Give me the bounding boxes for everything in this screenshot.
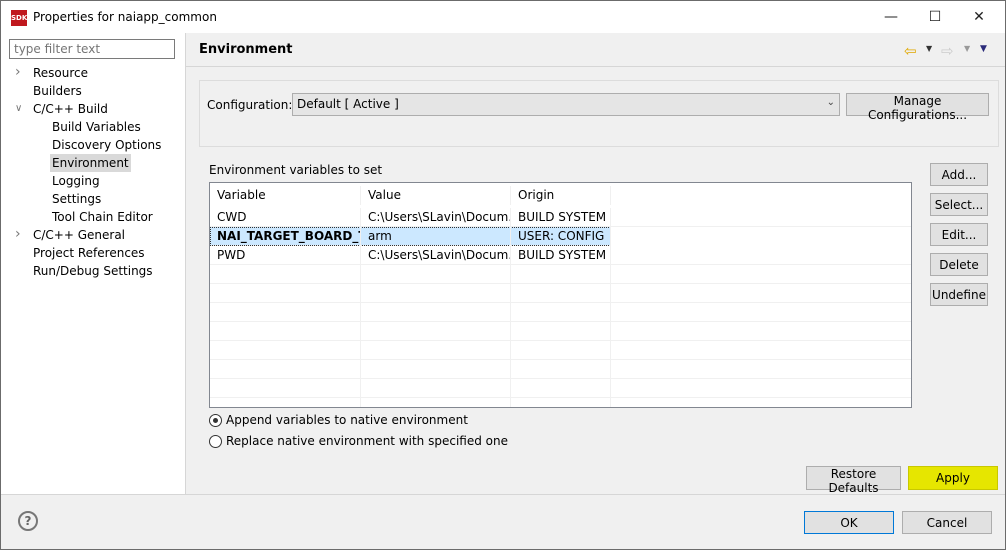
table-cell: arm: [361, 227, 511, 246]
table-cell: [361, 379, 511, 398]
table-cell: [511, 360, 611, 379]
forward-arrow-icon[interactable]: ⇨: [941, 42, 954, 60]
add-button[interactable]: Add...: [930, 163, 988, 186]
table-cell: [361, 284, 511, 303]
table-cell: [511, 265, 611, 284]
table-row[interactable]: PWD C:\Users\SLavin\Docum... BUILD SYSTEM: [210, 246, 911, 265]
column-header[interactable]: Origin: [511, 186, 611, 205]
table-cell: [210, 265, 361, 284]
radio-button[interactable]: [209, 414, 222, 427]
table-cell: [361, 360, 511, 379]
table-cell: [511, 284, 611, 303]
table-cell: BUILD SYSTEM: [511, 208, 611, 227]
table-cell: [361, 303, 511, 322]
table-cell: [361, 341, 511, 360]
chevron-down-icon: ⌄: [826, 97, 835, 108]
table-cell: [210, 303, 361, 322]
sdk-logo-icon: SDK: [11, 10, 27, 26]
footer-divider: [1, 494, 1005, 495]
cancel-button[interactable]: Cancel: [902, 511, 992, 534]
table-cell: [210, 341, 361, 360]
table-cell: [511, 341, 611, 360]
radio-button[interactable]: [209, 435, 222, 448]
table-cell: [210, 322, 361, 341]
header-divider: [186, 66, 1005, 67]
table-row[interactable]: [210, 360, 911, 379]
table-row[interactable]: CWD C:\Users\SLavin\Docum... BUILD SYSTEM: [210, 208, 911, 227]
chevron-right-icon[interactable]: ›: [15, 64, 21, 80]
table-cell: C:\Users\SLavin\Docum...: [361, 246, 511, 265]
radio-label[interactable]: Replace native environment with specifie…: [226, 434, 508, 448]
configuration-label: Configuration:: [207, 98, 293, 112]
filter-input[interactable]: [9, 39, 175, 59]
tree-item[interactable]: Environment: [50, 154, 131, 172]
table-row[interactable]: [210, 341, 911, 360]
title-bar: SDK Properties for naiapp_common — ☐ ✕: [1, 1, 1005, 33]
radio-label[interactable]: Append variables to native environment: [226, 413, 468, 427]
window-title: Properties for naiapp_common: [33, 10, 217, 24]
table-cell: CWD: [210, 208, 361, 227]
table-cell: [210, 398, 361, 407]
tree-item[interactable]: C/C++ General: [31, 226, 127, 244]
table-cell: [210, 360, 361, 379]
table-cell: [361, 265, 511, 284]
tree-item[interactable]: Project References: [31, 244, 147, 262]
undefine-button[interactable]: Undefine: [930, 283, 988, 306]
tree-item[interactable]: Builders: [31, 82, 84, 100]
table-row[interactable]: [210, 322, 911, 341]
environment-table[interactable]: Variable Value Origin CWD C:\Users\SLavin\Do…: [209, 182, 912, 408]
table-cell: [361, 322, 511, 341]
table-cell: NAI_TARGET_BOARD_T...: [210, 227, 361, 246]
delete-button[interactable]: Delete: [930, 253, 988, 276]
select-button[interactable]: Select...: [930, 193, 988, 216]
table-row[interactable]: NAI_TARGET_BOARD_T...armUSER: CONFIG: [210, 227, 611, 246]
configuration-select[interactable]: Default [ Active ] ⌄: [292, 93, 840, 116]
table-row[interactable]: [210, 398, 911, 407]
table-cell: [511, 322, 611, 341]
table-row[interactable]: [210, 303, 911, 322]
close-icon[interactable]: ✕: [969, 9, 989, 25]
help-icon[interactable]: ?: [18, 511, 38, 531]
table-cell: PWD: [210, 246, 361, 265]
tree-item[interactable]: Run/Debug Settings: [31, 262, 155, 280]
table-cell: [511, 398, 611, 407]
back-arrow-icon[interactable]: ⇦: [904, 42, 917, 60]
maximize-icon[interactable]: ☐: [925, 9, 945, 25]
table-cell: [361, 398, 511, 407]
table-cell: [210, 284, 361, 303]
table-row[interactable]: [210, 284, 911, 303]
chevron-right-icon[interactable]: ›: [15, 226, 21, 242]
tree-item[interactable]: Build Variables: [50, 118, 143, 136]
tree-item[interactable]: Tool Chain Editor: [50, 208, 155, 226]
page-title: Environment: [199, 42, 293, 57]
minimize-icon[interactable]: —: [881, 9, 901, 25]
table-row[interactable]: [210, 379, 911, 398]
tree-item[interactable]: Discovery Options: [50, 136, 163, 154]
tree-item[interactable]: Settings: [50, 190, 103, 208]
column-header[interactable]: Variable: [210, 186, 361, 205]
chevron-down-icon[interactable]: ∨: [15, 103, 22, 114]
table-cell: [210, 379, 361, 398]
tree-item[interactable]: Resource: [31, 64, 90, 82]
view-menu-icon[interactable]: ▼: [980, 44, 987, 54]
manage-configurations-button[interactable]: Manage Configurations...: [846, 93, 989, 122]
table-cell: [511, 303, 611, 322]
configuration-value: Default [ Active ]: [297, 97, 399, 111]
table-row[interactable]: [210, 265, 911, 284]
tree-item[interactable]: C/C++ Build: [31, 100, 110, 118]
ok-button[interactable]: OK: [804, 511, 894, 534]
restore-defaults-button[interactable]: Restore Defaults: [806, 466, 901, 495]
table-cell: USER: CONFIG: [511, 227, 611, 246]
column-header[interactable]: Value: [361, 186, 511, 205]
table-header: Variable Value Origin: [210, 186, 911, 205]
table-cell: BUILD SYSTEM: [511, 246, 611, 265]
edit-button[interactable]: Edit...: [930, 223, 988, 246]
table-cell: C:\Users\SLavin\Docum...: [361, 208, 511, 227]
apply-button[interactable]: Apply: [908, 466, 998, 490]
table-cell: [511, 379, 611, 398]
tree-item[interactable]: Logging: [50, 172, 102, 190]
back-menu-icon[interactable]: ▼: [926, 44, 932, 53]
forward-menu-icon[interactable]: ▼: [964, 44, 970, 53]
env-table-label: Environment variables to set: [209, 163, 383, 177]
